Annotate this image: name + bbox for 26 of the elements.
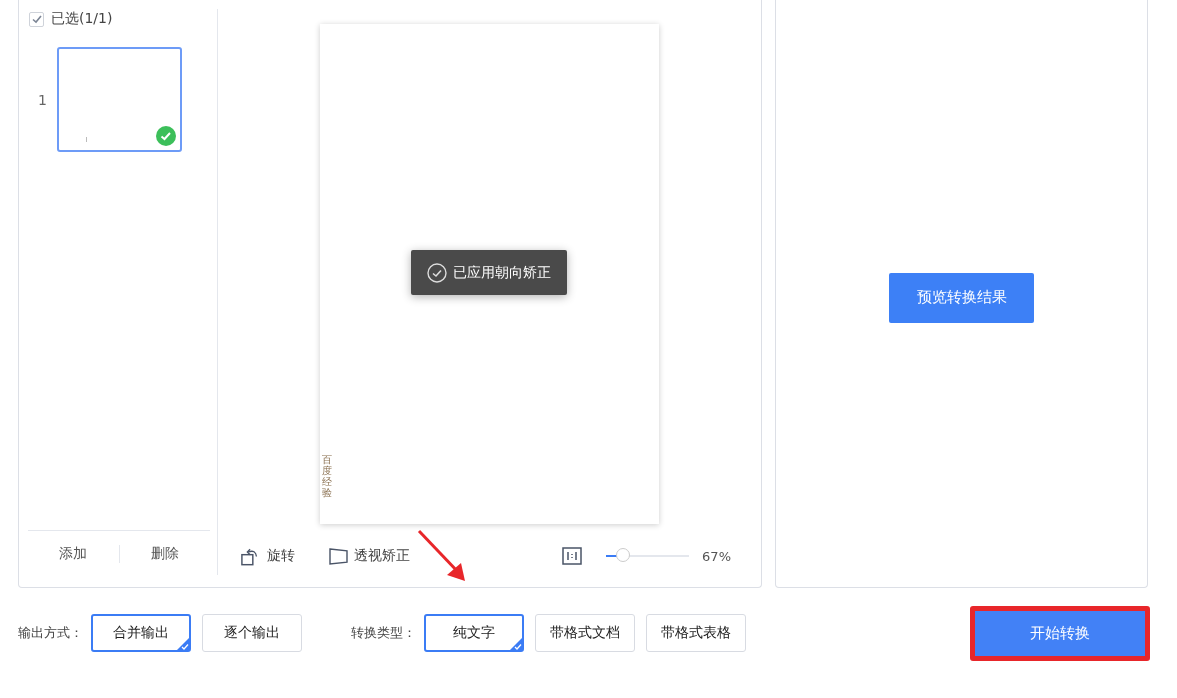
check-circle-icon	[156, 126, 176, 146]
select-all-label: 已选(1/1)	[51, 10, 113, 28]
convert-type-option[interactable]: 带格式文档	[535, 614, 635, 652]
corner-check-icon	[509, 637, 523, 651]
convert-type-option[interactable]: 带格式表格	[646, 614, 746, 652]
page-action-button[interactable]: 删除	[119, 545, 210, 563]
page-number: 1	[37, 91, 48, 108]
output-mode-option[interactable]: 合并输出	[91, 614, 191, 652]
page-action-button[interactable]: 添加	[28, 545, 119, 563]
actual-size-icon[interactable]	[562, 547, 583, 565]
zoom-percentage: 67%	[702, 548, 731, 564]
corner-check-icon	[176, 637, 190, 651]
tool-button[interactable]: 透视矫正	[329, 547, 410, 565]
start-convert-button[interactable]: 开始转换	[975, 610, 1145, 656]
toast-text: 已应用朝向矫正	[453, 263, 551, 282]
check-circle-icon	[427, 262, 447, 283]
convert-type-option[interactable]: 纯文字	[424, 614, 524, 652]
select-all-checkbox[interactable]	[29, 11, 44, 27]
preview-result-button[interactable]: 预览转换结果	[889, 272, 1034, 323]
perspective-icon	[329, 547, 348, 565]
page-thumbnail[interactable]	[57, 47, 182, 152]
output-mode-option[interactable]: 逐个输出	[202, 614, 302, 652]
page-vertical-text: 百度经验	[322, 454, 332, 498]
convert-type-label: 转换类型：	[351, 624, 416, 642]
tool-button[interactable]: 旋转	[241, 546, 295, 566]
output-mode-label: 输出方式：	[18, 624, 83, 642]
